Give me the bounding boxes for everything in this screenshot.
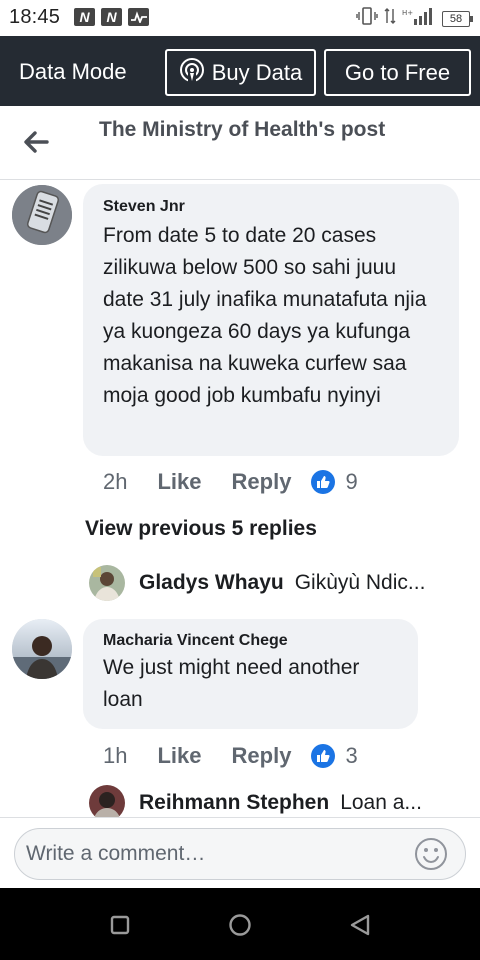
comment-actions: 1h Like Reply 3 — [103, 743, 358, 769]
comment-author[interactable]: Steven Jnr — [103, 198, 439, 216]
go-to-free-label: Go to Free — [344, 59, 451, 85]
home-button[interactable] — [223, 908, 257, 942]
comment-time[interactable]: 1h — [103, 743, 127, 769]
post-header: The Ministry of Health's post — [0, 106, 480, 180]
comment-actions: 2h Like Reply 9 — [103, 469, 358, 495]
smiley-icon — [415, 838, 447, 870]
go-to-free-button[interactable]: Go to Free — [324, 49, 471, 96]
reply-preview[interactable]: Reihmann Stephen Loan a... — [89, 785, 459, 817]
notification-icons: N N — [74, 8, 149, 26]
signal-icon: H+ — [402, 7, 436, 30]
recents-button[interactable] — [103, 908, 137, 942]
data-mode-label: Data Mode — [19, 59, 127, 84]
data-mode-bar: Data Mode Buy Data Go to Free — [0, 36, 480, 106]
system-status-icons: H+ 58 — [356, 7, 473, 30]
like-button[interactable]: Like — [157, 743, 201, 769]
battery-icon: 58 — [442, 10, 473, 27]
reply-button[interactable]: Reply — [232, 743, 292, 769]
reply-preview[interactable]: Gladys Whayu Gikùyù Ndic... — [89, 565, 459, 601]
reply-text: Loan a... — [340, 791, 422, 814]
like-reaction-icon[interactable] — [311, 744, 336, 768]
avatar[interactable] — [89, 565, 125, 601]
comment-bubble[interactable]: Steven Jnr From date 5 to date 20 cases … — [83, 184, 459, 456]
comment-text: We just might need another loan — [103, 656, 360, 711]
comment-list[interactable]: Steven Jnr From date 5 to date 20 cases … — [0, 181, 480, 817]
n-notification-icon: N — [101, 8, 122, 26]
comment-time[interactable]: 2h — [103, 469, 127, 495]
emoji-button[interactable] — [414, 837, 448, 871]
svg-text:H+: H+ — [402, 9, 413, 17]
comment-text: From date 5 to date 20 cases zilikuwa be… — [103, 224, 427, 407]
comment-author[interactable]: Macharia Vincent Chege — [103, 632, 398, 650]
like-reaction-icon[interactable] — [311, 470, 336, 494]
square-icon — [110, 915, 130, 935]
activity-icon — [128, 8, 149, 26]
reply-author[interactable]: Reihmann Stephen — [139, 791, 329, 815]
comment-input[interactable] — [14, 828, 466, 880]
vibrate-icon — [356, 7, 378, 30]
like-button[interactable]: Like — [157, 469, 201, 495]
reply-author[interactable]: Gladys Whayu — [139, 571, 284, 595]
circle-icon — [229, 914, 251, 936]
comment-composer — [0, 817, 480, 888]
triangle-back-icon — [350, 914, 370, 936]
reaction-count[interactable]: 9 — [345, 469, 357, 495]
page-title: The Ministry of Health's post — [99, 118, 386, 141]
avatar[interactable] — [89, 785, 125, 817]
back-arrow-icon — [24, 131, 49, 153]
buy-data-label: Buy Data — [211, 59, 303, 85]
avatar[interactable] — [12, 619, 72, 679]
comment-bubble[interactable]: Macharia Vincent Chege We just might nee… — [83, 619, 418, 729]
system-navigation-bar — [0, 888, 480, 960]
reply-text: Gikùyù Ndic... — [294, 571, 426, 594]
view-previous-replies[interactable]: View previous 5 replies — [85, 517, 317, 541]
back-button[interactable] — [20, 126, 52, 158]
status-time: 18:45 — [9, 6, 61, 28]
data-transfer-icon — [384, 7, 396, 30]
buy-data-button[interactable]: Buy Data — [165, 49, 316, 96]
back-nav-button[interactable] — [343, 908, 377, 942]
reaction-count[interactable]: 3 — [345, 743, 357, 769]
avatar[interactable] — [12, 185, 72, 245]
n-notification-icon: N — [74, 8, 95, 26]
status-bar: 18:45 N N H+ 58 — [0, 0, 480, 36]
broadcast-icon — [179, 57, 205, 89]
reply-button[interactable]: Reply — [232, 469, 292, 495]
